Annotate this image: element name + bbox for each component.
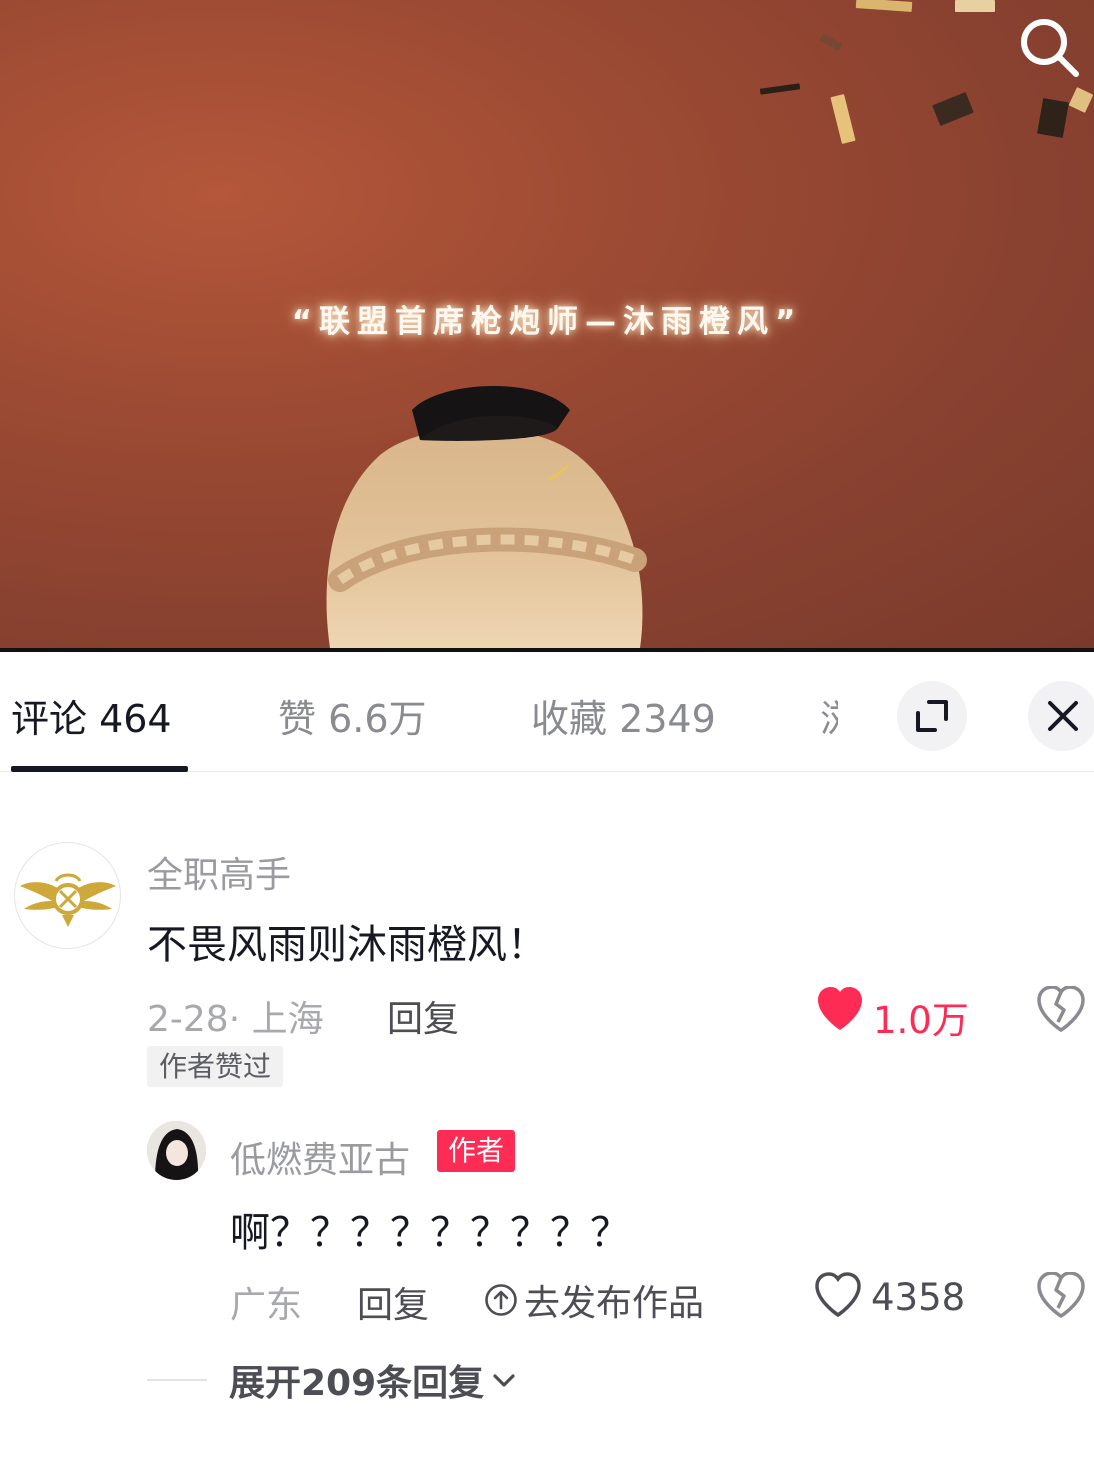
author-liked-badge: 作者赞过 [147, 1046, 284, 1087]
video-subtitle: “联盟首席枪炮师—沐雨橙风” [291, 304, 803, 340]
user-portrait-icon [147, 1121, 206, 1180]
search-button[interactable] [1014, 12, 1086, 84]
tab-bar: 评论 464 赞 6.6万 收藏 2349 浏 [0, 652, 1094, 772]
reply-button[interactable]: 回复 [387, 990, 459, 1042]
tab-likes[interactable]: 赞 6.6万 [278, 688, 427, 743]
reply-text[interactable]: 啊？？？？？？？？？ [230, 1200, 630, 1258]
broken-heart-icon [1037, 985, 1085, 1033]
like-count: 1.0万 [873, 999, 969, 1042]
reply-username[interactable]: 低燃费亚古 [230, 1131, 410, 1183]
confetti-decoration [932, 92, 974, 126]
upload-circle-icon [485, 1284, 517, 1316]
chevron-down-icon [493, 1374, 515, 1387]
like-button[interactable] [816, 986, 864, 1036]
comment-date-location: 2-28· 上海 [147, 999, 324, 1040]
expand-button[interactable] [897, 681, 967, 751]
confetti-decoration [1068, 87, 1094, 113]
active-tab-indicator [11, 766, 188, 772]
expand-replies-button[interactable]: 展开209条回复 [147, 1354, 518, 1406]
reply-location: 广东 [230, 1285, 303, 1326]
tab-favorites[interactable]: 收藏 2349 [531, 688, 716, 743]
tab-views-clipped[interactable]: 浏 [820, 688, 838, 743]
tab-comments[interactable]: 评论 464 [11, 688, 172, 743]
glory-wings-logo [19, 873, 116, 927]
publish-work-button[interactable]: 去发布作品 [484, 1274, 704, 1326]
reply-like-count: 4358 [871, 1276, 966, 1319]
heart-filled-icon [818, 987, 862, 1030]
reply-reply-button[interactable]: 回复 [357, 1276, 429, 1328]
close-button[interactable] [1028, 681, 1094, 751]
publish-work-label: 去发布作品 [524, 1283, 705, 1324]
broken-heart-icon [1037, 1271, 1085, 1319]
video-player[interactable]: “联盟首席枪炮师—沐雨橙风” [0, 0, 1094, 648]
reply-avatar[interactable] [147, 1121, 206, 1180]
reply-like-button[interactable] [814, 1272, 862, 1322]
comment-username[interactable]: 全职高手 [147, 846, 291, 898]
confetti-decoration [759, 83, 801, 95]
comment-text[interactable]: 不畏风雨则沐雨橙风！ [147, 912, 547, 970]
confetti-decoration [955, 0, 995, 12]
author-badge: 作者 [437, 1130, 516, 1172]
reply-dislike-button[interactable] [1037, 1271, 1085, 1322]
confetti-decoration [1037, 98, 1069, 138]
hair-figure [326, 385, 647, 648]
dislike-button[interactable] [1037, 985, 1085, 1036]
divider [147, 1379, 207, 1381]
confetti-decoration [819, 33, 843, 51]
search-icon [1021, 19, 1079, 77]
close-icon [1048, 701, 1078, 731]
confetti-decoration [855, 0, 913, 12]
expand-replies-label: 展开209条回复 [229, 1363, 485, 1404]
confetti-decoration [830, 94, 856, 144]
heart-outline-icon [815, 1272, 861, 1318]
expand-icon [916, 700, 948, 732]
avatar[interactable] [14, 842, 121, 949]
